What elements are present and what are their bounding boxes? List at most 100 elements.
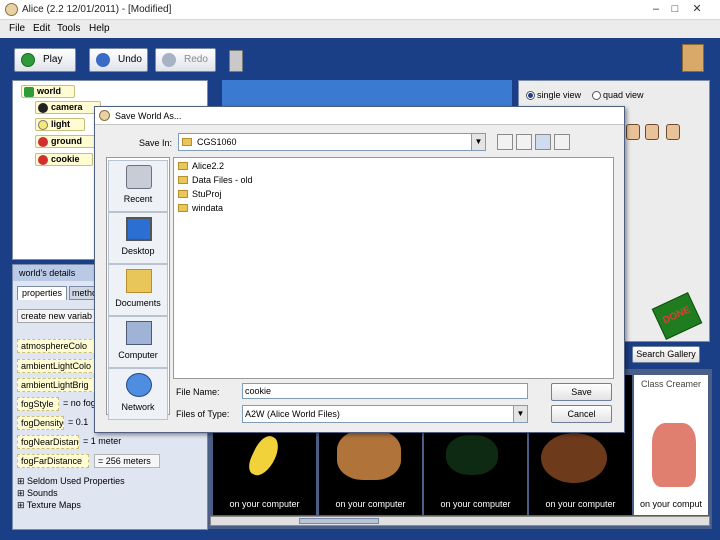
file-list-item[interactable]: Alice2.2 <box>178 160 224 172</box>
plus-icon: ⊞ <box>17 488 28 498</box>
save-button[interactable]: Save <box>551 383 612 401</box>
play-icon <box>21 53 35 67</box>
new-folder-icon[interactable] <box>516 134 532 150</box>
fog-far-distance-value[interactable]: = 256 meters <box>94 454 160 468</box>
file-list: Alice2.2 Data Files - old StuProj windat… <box>173 157 614 379</box>
list-view-icon[interactable] <box>535 134 551 150</box>
clipboard-icon[interactable] <box>682 44 704 72</box>
property-fog-near-distance[interactable]: fogNearDistance <box>17 435 79 449</box>
minimize-icon[interactable]: – <box>648 2 664 16</box>
cookie-icon <box>38 155 48 165</box>
alice-app-icon <box>5 3 18 16</box>
menu-file[interactable]: File <box>9 23 25 34</box>
ground-icon <box>38 137 48 147</box>
documents-icon <box>126 269 152 293</box>
redo-icon <box>162 53 176 67</box>
creamer-icon <box>652 423 696 487</box>
cookie-icon <box>541 433 607 483</box>
place-computer[interactable]: Computer <box>108 316 168 368</box>
computer-icon <box>126 321 152 345</box>
property-fog-density[interactable]: fogDensity <box>17 416 64 430</box>
quad-view-radio[interactable]: quad view <box>592 90 644 101</box>
single-view-radio[interactable]: single view <box>526 90 581 101</box>
dialog-title-bar[interactable]: Save World As... <box>95 107 624 125</box>
redo-button[interactable]: Redo <box>155 48 216 72</box>
details-view-icon[interactable] <box>554 134 570 150</box>
search-gallery-button[interactable]: Search Gallery <box>632 346 700 363</box>
alice-app-icon <box>99 110 110 121</box>
tree-item-ground[interactable]: ground <box>35 135 97 148</box>
place-documents[interactable]: Documents <box>108 264 168 316</box>
creamer-label: Class Creamer <box>640 379 701 389</box>
undo-icon <box>96 53 110 67</box>
place-recent[interactable]: Recent <box>108 160 168 212</box>
property-fog-far-distance[interactable]: fogFarDistance <box>17 454 89 468</box>
folder-icon <box>182 138 192 146</box>
network-icon <box>126 373 152 397</box>
file-list-item[interactable]: StuProj <box>178 188 222 200</box>
plus-icon: ⊞ <box>17 476 28 486</box>
undo-button[interactable]: Undo <box>89 48 148 72</box>
face-icon[interactable] <box>645 124 659 140</box>
recent-icon <box>126 165 152 189</box>
close-icon[interactable]: ✕ <box>689 2 705 16</box>
save-in-label: Save In: <box>139 138 173 148</box>
desktop-icon <box>126 217 152 241</box>
property-ambient-light-color[interactable]: ambientLightColo <box>17 359 97 373</box>
play-button[interactable]: Play <box>14 48 76 72</box>
file-list-item[interactable]: Data Files - old <box>178 174 253 186</box>
file-name-input[interactable]: cookie <box>242 383 528 399</box>
folder-icon <box>178 190 188 198</box>
window-title: Alice (2.2 12/01/2011) - [Modified] <box>22 4 172 15</box>
tree-item-cookie[interactable]: cookie <box>35 153 93 166</box>
save-in-dropdown[interactable]: CGS1060 ▼ <box>178 133 486 151</box>
tree-item-world[interactable]: world <box>21 85 75 98</box>
banana-icon <box>245 432 283 480</box>
maximize-icon[interactable]: □ <box>667 2 683 16</box>
radio-off-icon <box>592 91 601 101</box>
leaf-icon <box>446 435 498 475</box>
plus-icon: ⊞ <box>17 500 27 510</box>
gallery-scrollbar[interactable] <box>210 516 710 526</box>
fog-near-distance-value[interactable]: = 1 meter <box>83 436 121 446</box>
expander-texture-maps[interactable]: ⊞ Texture Maps <box>17 500 81 511</box>
tree-item-light[interactable]: light <box>35 118 85 131</box>
expander-seldom-used-properties[interactable]: ⊞ Seldom Used Properties <box>17 476 125 487</box>
gallery-tile-creamer[interactable]: Class Creamer on your comput <box>634 375 708 515</box>
scene-viewport[interactable] <box>222 80 512 106</box>
menu-tools[interactable]: Tools <box>57 23 80 34</box>
trash-icon[interactable] <box>229 50 243 72</box>
place-desktop[interactable]: Desktop <box>108 212 168 264</box>
face-icon[interactable] <box>666 124 680 140</box>
save-world-dialog: Save World As... Save In: CGS1060 ▼ Rece… <box>94 106 625 433</box>
tree-item-camera[interactable]: camera <box>35 101 101 114</box>
basket-icon <box>337 430 401 480</box>
fog-density-value[interactable]: = 0.1 <box>68 417 88 427</box>
menu-bar: File Edit Tools Help <box>0 20 720 38</box>
menu-help[interactable]: Help <box>89 23 110 34</box>
window-title-bar[interactable]: Alice (2.2 12/01/2011) - [Modified] – □ … <box>0 0 720 20</box>
folder-icon <box>178 176 188 184</box>
chevron-down-icon: ▼ <box>513 406 527 422</box>
folder-icon <box>178 162 188 170</box>
file-name-label: File Name: <box>176 387 220 397</box>
up-one-level-icon[interactable] <box>497 134 513 150</box>
dialog-title: Save World As... <box>115 111 182 121</box>
scrollbar-thumb[interactable] <box>299 518 379 524</box>
camera-icon <box>38 103 48 113</box>
property-fog-style[interactable]: fogStyle <box>17 397 59 411</box>
property-ambient-light-brightness[interactable]: ambientLightBrig <box>17 378 97 392</box>
fog-style-value[interactable]: = no fog <box>63 398 96 408</box>
cancel-button[interactable]: Cancel <box>551 405 612 423</box>
tab-properties[interactable]: properties <box>17 286 67 300</box>
expander-sounds[interactable]: ⊞ Sounds <box>17 488 58 499</box>
light-icon <box>38 120 48 130</box>
property-atmosphere-color[interactable]: atmosphereColo <box>17 339 97 353</box>
place-network[interactable]: Network <box>108 368 168 420</box>
files-of-type-dropdown[interactable]: A2W (Alice World Files) ▼ <box>242 405 528 423</box>
file-list-item[interactable]: windata <box>178 202 223 214</box>
menu-edit[interactable]: Edit <box>33 23 50 34</box>
face-icon[interactable] <box>626 124 640 140</box>
radio-on-icon <box>526 91 535 101</box>
folder-icon <box>178 204 188 212</box>
